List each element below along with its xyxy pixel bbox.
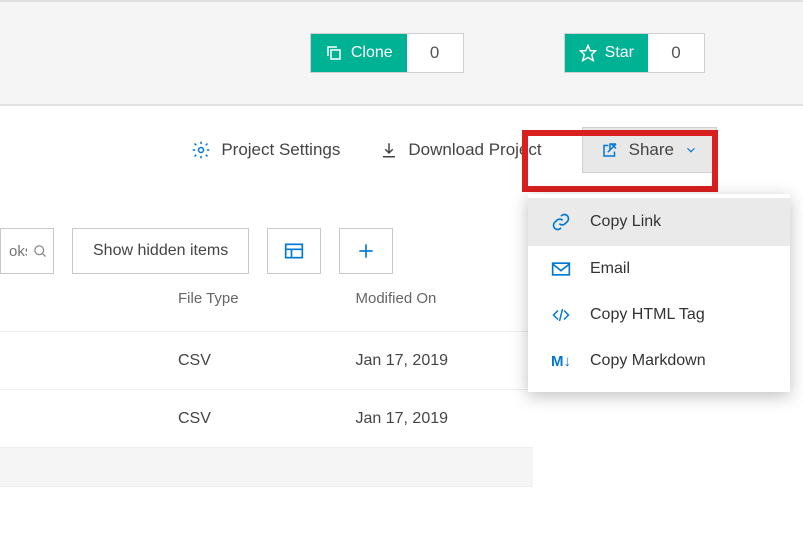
clone-stat[interactable]: Clone 0 <box>310 33 464 73</box>
star-label: Star <box>605 44 634 62</box>
share-menu-copy-html-label: Copy HTML Tag <box>590 306 705 324</box>
show-hidden-label: Show hidden items <box>93 242 228 260</box>
download-project-label: Download Project <box>408 140 541 160</box>
table-row[interactable]: CSV Jan 17, 2019 <box>0 331 533 389</box>
share-menu-copy-link[interactable]: Copy Link <box>528 198 790 246</box>
cell-filetype: CSV <box>178 410 356 428</box>
project-settings-label: Project Settings <box>221 140 340 160</box>
clone-label: Clone <box>351 44 393 62</box>
share-menu-copy-link-label: Copy Link <box>590 213 661 231</box>
star-stat[interactable]: Star 0 <box>564 33 705 73</box>
table-header: File Type Modified On <box>0 290 533 331</box>
star-count: 0 <box>648 34 704 72</box>
share-menu-email[interactable]: Email <box>528 246 790 292</box>
copy-icon <box>325 44 343 62</box>
cell-modified: Jan 17, 2019 <box>356 410 534 428</box>
share-menu-copy-markdown-label: Copy Markdown <box>590 352 706 370</box>
share-menu-copy-markdown[interactable]: M↓ Copy Markdown <box>528 338 790 384</box>
file-table: File Type Modified On CSV Jan 17, 2019 C… <box>0 290 533 487</box>
plus-icon <box>356 241 376 261</box>
search-input[interactable] <box>9 243 27 260</box>
clone-count: 0 <box>407 34 463 72</box>
top-stats-band: Clone 0 Star 0 <box>0 0 803 106</box>
header-modified[interactable]: Modified On <box>356 290 534 307</box>
download-project-button[interactable]: Download Project <box>380 140 541 160</box>
code-icon <box>550 306 572 324</box>
project-actions: Project Settings Download Project Share <box>0 106 803 194</box>
share-icon <box>601 141 619 159</box>
search-icon <box>33 244 48 259</box>
add-button[interactable] <box>339 228 393 274</box>
header-filetype[interactable]: File Type <box>178 290 356 307</box>
download-icon <box>380 141 398 159</box>
layout-toggle-button[interactable] <box>267 228 321 274</box>
search-input-wrapper[interactable] <box>0 228 54 274</box>
show-hidden-items-button[interactable]: Show hidden items <box>72 228 249 274</box>
table-row[interactable] <box>0 447 533 487</box>
share-button[interactable]: Share <box>582 127 717 173</box>
mail-icon <box>550 261 572 277</box>
table-row[interactable]: CSV Jan 17, 2019 <box>0 389 533 447</box>
share-menu-email-label: Email <box>590 260 630 278</box>
project-settings-button[interactable]: Project Settings <box>191 140 340 160</box>
cell-modified: Jan 17, 2019 <box>356 352 534 370</box>
gear-icon <box>191 140 211 160</box>
layout-icon <box>284 242 304 260</box>
chevron-down-icon <box>684 143 698 157</box>
markdown-icon: M↓ <box>550 353 572 370</box>
link-icon <box>550 212 572 232</box>
star-icon <box>579 44 597 62</box>
share-label: Share <box>629 140 674 160</box>
share-menu-copy-html[interactable]: Copy HTML Tag <box>528 292 790 338</box>
share-menu: Copy Link Email Copy HTML Tag M↓ Copy Ma… <box>528 194 790 392</box>
cell-filetype: CSV <box>178 352 356 370</box>
